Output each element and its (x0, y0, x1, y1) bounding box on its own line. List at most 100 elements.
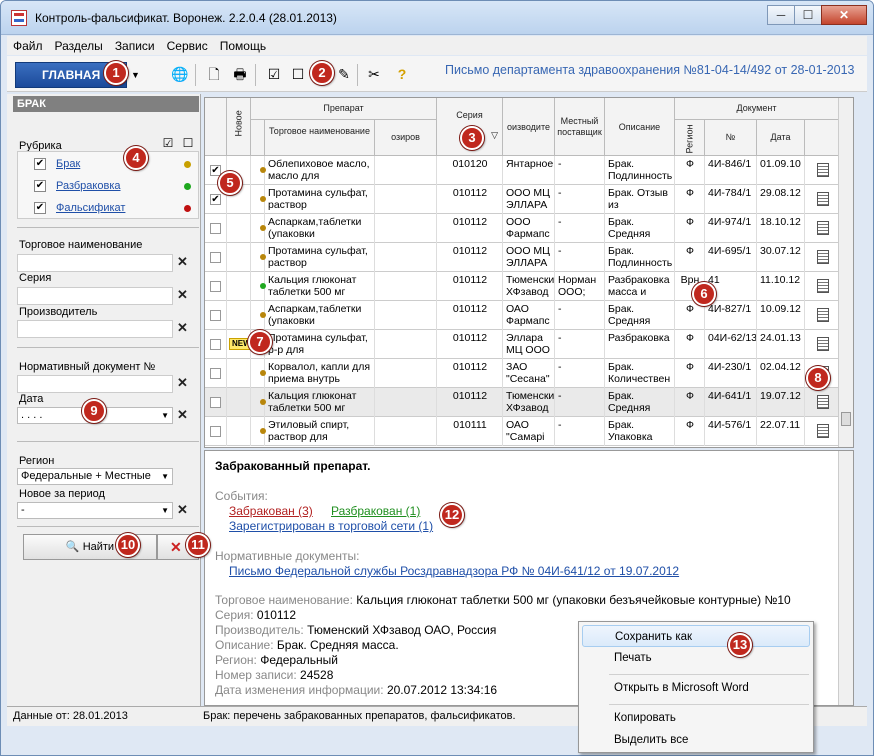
header-local-supplier[interactable]: Местный поставщик (555, 98, 605, 156)
print-preview-icon[interactable]: 🗋 (205, 65, 223, 83)
ctx-copy[interactable]: Копировать (582, 707, 810, 729)
table-row[interactable]: ✔ Облепиховое масло, масло для 010120 Янтар… (205, 156, 853, 185)
cell-region: Ф (675, 243, 705, 272)
ctx-open-in-word[interactable]: Открыть в Microsoft Word (582, 677, 810, 699)
series-input[interactable] (17, 287, 173, 305)
event-rejected-link[interactable]: Забракован (3) (229, 504, 313, 518)
table-row[interactable]: NEW Протамина сульфат, р-р для 010112 Эллар… (205, 330, 853, 359)
ctx-save-as[interactable]: Сохранить как (582, 625, 810, 647)
clear-normdoc-icon[interactable]: ✕ (177, 375, 188, 391)
minimize-button[interactable]: ─ (767, 5, 795, 25)
event-registered-link[interactable]: Зарегистрирован в торговой сети (1) (229, 519, 433, 533)
row-checkbox[interactable] (210, 426, 221, 437)
edit-icon[interactable]: ✎ (335, 65, 353, 83)
select-all-icon[interactable]: ☑ (265, 65, 283, 83)
table-row[interactable]: Корвалол, капли для приема внутрь 010112 З… (205, 359, 853, 388)
clear-trade-name-icon[interactable]: ✕ (177, 254, 188, 270)
grid-scrollbar[interactable] (838, 98, 853, 447)
chevron-down-icon: ▼ (161, 472, 169, 481)
printer-icon[interactable]: 🖶 (231, 65, 249, 83)
row-checkbox[interactable] (210, 397, 221, 408)
manufacturer-input[interactable] (17, 320, 173, 338)
detail-field: Серия: 010112 (215, 608, 296, 622)
scroll-thumb[interactable] (841, 412, 851, 426)
maximize-button[interactable]: ☐ (794, 5, 822, 25)
table-row[interactable]: Протамина сульфат, раствор 010112 ООО МЦ Э… (205, 243, 853, 272)
row-checkbox[interactable] (210, 252, 221, 263)
check-all-icon[interactable]: ☑ (159, 134, 177, 152)
row-checkbox[interactable] (210, 368, 221, 379)
detail-scrollbar[interactable] (838, 451, 853, 705)
rubric-link-falsifikat[interactable]: Фальсификат (56, 202, 125, 214)
callout-badge: 12 (440, 503, 464, 527)
callout-badge: 8 (806, 366, 830, 390)
rubric-checkbox-brak[interactable]: ✔ (34, 158, 46, 170)
table-row[interactable]: Кальция глюконат таблетки 500 мг 010112 Тю… (205, 388, 853, 417)
rubric-checkbox-falsifikat[interactable]: ✔ (34, 202, 46, 214)
menu-help[interactable]: Помощь (214, 36, 272, 56)
menu-sections[interactable]: Разделы (49, 36, 109, 56)
header-new[interactable]: Новое (227, 98, 251, 156)
normdoc-link[interactable]: Письмо Федеральной службы Росздравнадзор… (229, 564, 679, 578)
globe-icon[interactable]: 🌐 (171, 65, 189, 83)
deselect-icon[interactable]: ☐ (289, 65, 307, 83)
rubric-link-razbrakovka[interactable]: Разбраковка (56, 180, 121, 192)
callout-badge: 11 (186, 533, 210, 557)
row-checkbox[interactable] (210, 223, 221, 234)
table-row[interactable]: Этиловый спирт, раствор для 010111 ОАО "Са… (205, 417, 853, 446)
row-checkbox[interactable] (210, 339, 221, 350)
header-region[interactable]: Регион (675, 120, 705, 156)
cell-trade: Корвалол, капли для приема внутрь (265, 359, 375, 388)
trade-name-input[interactable] (17, 254, 173, 272)
document-icon[interactable] (817, 279, 829, 293)
menu-records[interactable]: Записи (109, 36, 161, 56)
cell-date: 18.10.12 (757, 214, 805, 243)
rubric-checkbox-razbrakovka[interactable]: ✔ (34, 180, 46, 192)
header-description[interactable]: Описание (605, 98, 675, 156)
menu-service[interactable]: Сервис (161, 36, 214, 56)
close-button[interactable]: ✕ (821, 5, 867, 25)
header-manufacturer[interactable]: оизводите (503, 98, 555, 156)
document-icon[interactable] (817, 250, 829, 264)
clear-new-period-icon[interactable]: ✕ (177, 502, 188, 518)
tools-icon[interactable]: ✂ (365, 65, 383, 83)
clear-series-icon[interactable]: ✕ (177, 287, 188, 303)
row-checkbox[interactable] (210, 310, 221, 321)
uncheck-all-icon[interactable]: ☐ (179, 134, 197, 152)
document-icon[interactable] (817, 221, 829, 235)
clear-date-icon[interactable]: ✕ (177, 407, 188, 423)
new-period-select[interactable]: - ▼ (17, 502, 173, 519)
ctx-select-all[interactable]: Выделить все (582, 729, 810, 751)
help-icon[interactable]: ? (393, 65, 411, 83)
cell-series: 010112 (437, 359, 503, 388)
row-checkbox[interactable]: ✔ (210, 165, 221, 176)
document-icon[interactable] (817, 192, 829, 206)
department-letter-link[interactable]: Письмо департамента здравоохранения №81-… (445, 63, 855, 77)
document-icon[interactable] (817, 308, 829, 322)
header-doc-number[interactable]: № (705, 120, 757, 156)
table-row[interactable]: Аспаркам,таблетки (упаковки 010112 ООО Фар… (205, 214, 853, 243)
clear-manufacturer-icon[interactable]: ✕ (177, 320, 188, 336)
document-icon[interactable] (817, 337, 829, 351)
rubric-link-brak[interactable]: Брак (56, 158, 80, 170)
new-period-value: - (21, 504, 25, 516)
normdoc-input[interactable] (17, 375, 173, 393)
document-icon[interactable] (817, 163, 829, 177)
header-trade-name[interactable]: Торговое наименование (265, 120, 375, 156)
document-icon[interactable] (817, 424, 829, 438)
header-doc-date[interactable]: Дата (757, 120, 805, 156)
chevron-down-icon[interactable]: ▼ (131, 70, 140, 80)
table-row[interactable]: Аспаркам,таблетки (упаковки 010112 ОАО Фар… (205, 301, 853, 330)
ctx-print[interactable]: Печать (582, 647, 810, 669)
row-checkbox[interactable]: ✔ (210, 194, 221, 205)
table-row[interactable]: Кальция глюконат таблетки 500 мг 010112 Тю… (205, 272, 853, 301)
table-row[interactable]: ✔ Протамина сульфат, раствор 010112 ООО МЦ … (205, 185, 853, 214)
cell-num: 4И-827/1 (705, 301, 757, 330)
document-icon[interactable] (817, 395, 829, 409)
event-unrejected-link[interactable]: Разбракован (1) (331, 504, 420, 518)
header-dosage[interactable]: озиров (375, 120, 437, 156)
row-checkbox[interactable] (210, 281, 221, 292)
cell-trade: Протамина сульфат, раствор (265, 185, 375, 214)
region-select[interactable]: Федеральные + Местные ▼ (17, 468, 173, 485)
menu-file[interactable]: Файл (7, 36, 49, 56)
